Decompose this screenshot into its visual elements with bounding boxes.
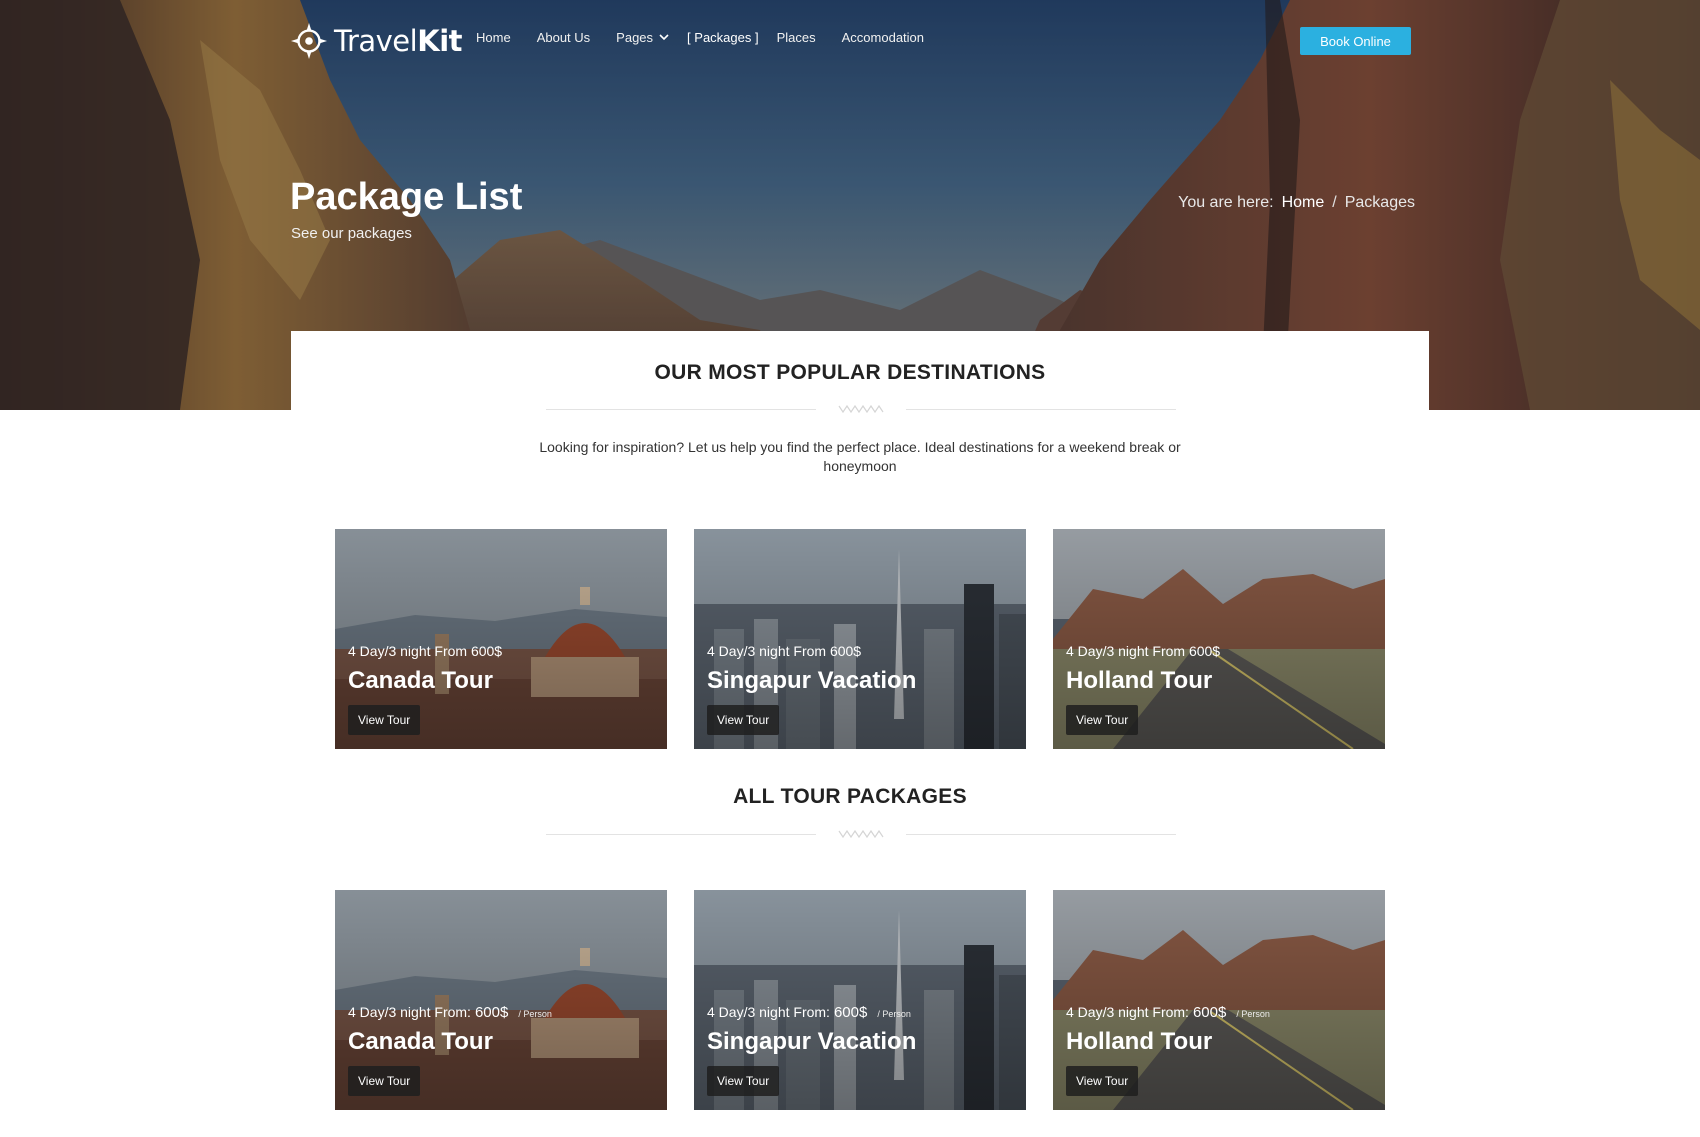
tour-name: Holland Tour [1066,667,1213,694]
tour-duration-price: 4 Day/3 night From 600$ [1066,643,1221,659]
tour-name: Canada Tour [348,667,493,694]
breadcrumb-separator: / [1332,194,1337,211]
nav-pages-label: Pages [616,30,654,45]
nav-pages[interactable]: Pages [616,30,669,45]
main-navigation: Home About Us Pages [ Packages ] Places … [476,30,950,45]
tour-name: Holland Tour [1066,1028,1213,1055]
wave-icon [838,404,884,414]
package-card-singapur[interactable]: 4 Day/3 night From: 600$ / Person Singapur… [694,890,1026,1110]
tour-card-canada[interactable]: 4 Day/3 night From 600$ Canada Tour View… [335,529,667,749]
breadcrumb-home[interactable]: Home [1282,194,1325,212]
tour-duration-price: 4 Day/3 night From 600$ [707,643,862,659]
chevron-down-icon [659,34,669,41]
brand-name: TravelKit [334,24,462,58]
package-card-canada[interactable]: 4 Day/3 night From: 600$ / Person Canada T… [335,890,667,1110]
view-tour-button[interactable]: View Tour [348,705,421,735]
tour-name: Canada Tour [348,1028,493,1055]
nav-accomodation[interactable]: Accomodation [842,30,924,45]
nav-packages[interactable]: [ Packages ] [687,30,759,45]
all-packages-title: ALL TOUR PACKAGES [733,785,967,808]
page-subtitle: See our packages [291,225,412,242]
view-tour-button[interactable]: View Tour [707,705,780,735]
tour-duration-price: 4 Day/3 night From: 600$ / Person [348,1004,552,1021]
brand-logo[interactable]: TravelKit [290,20,462,62]
tour-card-holland[interactable]: 4 Day/3 night From 600$ Holland Tour Vie… [1053,529,1385,749]
view-tour-button[interactable]: View Tour [707,1066,780,1096]
package-card-holland[interactable]: 4 Day/3 night From: 600$ / Person Holland … [1053,890,1385,1110]
view-tour-button[interactable]: View Tour [1066,1066,1139,1096]
tour-name: Singapur Vacation [707,667,917,694]
tour-duration-price: 4 Day/3 night From 600$ [348,643,503,659]
nav-about-us[interactable]: About Us [537,30,590,45]
book-online-button[interactable]: Book Online [1300,27,1411,55]
wave-icon [838,829,884,839]
popular-intro-text: Looking for inspiration? Let us help you… [539,439,1181,474]
view-tour-button[interactable]: View Tour [348,1066,421,1096]
compass-icon [290,22,328,60]
breadcrumb-current: Packages [1344,194,1415,211]
tour-duration-price: 4 Day/3 night From: 600$ / Person [707,1004,911,1021]
breadcrumb: You are here: Home / Packages [1178,194,1415,212]
view-tour-button[interactable]: View Tour [1066,705,1139,735]
section-divider [546,402,1176,418]
nav-home[interactable]: Home [476,30,511,45]
popular-section-title: OUR MOST POPULAR DESTINATIONS [654,361,1046,384]
nav-places[interactable]: Places [777,30,816,45]
section-divider [546,827,1176,843]
breadcrumb-prefix: You are here: [1178,194,1274,211]
tour-card-singapur[interactable]: 4 Day/3 night From 600$ Singapur Vacatio… [694,529,1026,749]
page-title: Package List [290,176,523,218]
tour-duration-price: 4 Day/3 night From: 600$ / Person [1066,1004,1270,1021]
tour-name: Singapur Vacation [707,1028,917,1055]
